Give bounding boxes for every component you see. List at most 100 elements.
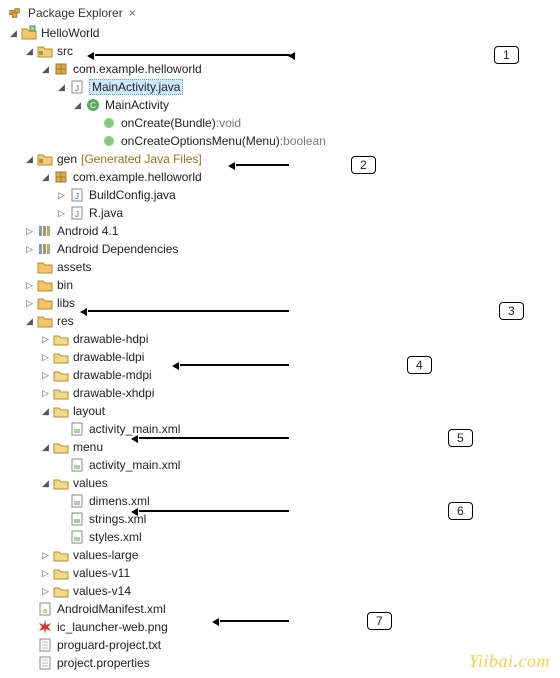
svg-text:J: J xyxy=(75,210,79,219)
method-name: onCreateOptionsMenu(Menu) xyxy=(121,134,280,148)
twisty-icon[interactable]: ▷ xyxy=(24,298,35,309)
folder-menu[interactable]: ◢ menu xyxy=(40,438,552,456)
package-node[interactable]: ◢ com.example.helloworld xyxy=(40,168,552,186)
node-label: bin xyxy=(57,278,73,292)
java-file-buildconfig[interactable]: ▷ J BuildConfig.java xyxy=(56,186,552,204)
folder-bin[interactable]: ▷ bin xyxy=(24,276,552,294)
twisty-icon[interactable]: ◢ xyxy=(40,64,51,75)
folder-drawable-hdpi[interactable]: ▷ drawable-hdpi xyxy=(40,330,552,348)
method-oncreate[interactable]: ▸ onCreate(Bundle) : void xyxy=(88,114,552,132)
folder-res[interactable]: ◢ res xyxy=(24,312,552,330)
xml-file-icon xyxy=(69,421,85,437)
folder-icon xyxy=(37,295,53,311)
node-label: assets xyxy=(57,260,92,274)
node-label: drawable-ldpi xyxy=(73,350,144,364)
twisty-icon[interactable]: ▷ xyxy=(24,226,35,237)
twisty-icon[interactable]: ▷ xyxy=(40,370,51,381)
node-decorator: [Generated Java Files] xyxy=(81,152,202,166)
folder-open-icon xyxy=(53,385,69,401)
node-label: layout xyxy=(73,404,105,418)
xml-file[interactable]: ▸ strings.xml xyxy=(56,510,552,528)
node-label: values-v14 xyxy=(73,584,131,598)
node-label: strings.xml xyxy=(89,512,146,526)
library-icon xyxy=(37,223,53,239)
twisty-icon[interactable]: ◢ xyxy=(8,28,19,39)
folder-values-v14[interactable]: ▷ values-v14 xyxy=(40,582,552,600)
method-icon xyxy=(101,115,117,131)
folder-layout[interactable]: ◢ layout xyxy=(40,402,552,420)
method-name: onCreate(Bundle) xyxy=(121,116,216,130)
twisty-icon[interactable]: ▷ xyxy=(56,190,67,201)
source-folder-src[interactable]: ◢ src xyxy=(24,42,552,60)
source-folder-icon xyxy=(37,151,53,167)
xml-file[interactable]: ▸ activity_main.xml xyxy=(56,456,552,474)
image-file-launcher[interactable]: ▸ ic_launcher-web.png xyxy=(24,618,552,636)
java-file-icon: J xyxy=(69,79,85,95)
xml-file-icon xyxy=(69,457,85,473)
library-icon xyxy=(37,241,53,257)
node-label: ic_launcher-web.png xyxy=(57,620,168,634)
node-label: Android Dependencies xyxy=(57,242,178,256)
node-label: src xyxy=(57,44,73,58)
node-label: proguard-project.txt xyxy=(57,638,161,652)
xml-file[interactable]: ▸ styles.xml xyxy=(56,528,552,546)
xml-file[interactable]: ▸ activity_main.xml xyxy=(56,420,552,438)
java-file-icon: J xyxy=(69,205,85,221)
twisty-icon[interactable]: ▷ xyxy=(40,334,51,345)
node-label: gen xyxy=(57,152,77,166)
source-folder-gen[interactable]: ◢ gen [Generated Java Files] xyxy=(24,150,552,168)
node-label: drawable-mdpi xyxy=(73,368,152,382)
twisty-icon[interactable]: ▷ xyxy=(40,568,51,579)
project-tree: ◢ HelloWorld ◢ src ◢ com.example.hello xyxy=(8,24,552,672)
class-node[interactable]: ◢ C MainActivity xyxy=(72,96,552,114)
xml-file[interactable]: ▸ dimens.xml xyxy=(56,492,552,510)
folder-drawable-xhdpi[interactable]: ▷ drawable-xhdpi xyxy=(40,384,552,402)
twisty-icon[interactable]: ◢ xyxy=(40,442,51,453)
project-node[interactable]: ◢ HelloWorld xyxy=(8,24,552,42)
java-file-icon: J xyxy=(69,187,85,203)
xml-file-manifest[interactable]: ▸ a AndroidManifest.xml xyxy=(24,600,552,618)
folder-open-icon xyxy=(53,565,69,581)
twisty-icon[interactable]: ▷ xyxy=(24,244,35,255)
twisty-icon[interactable]: ◢ xyxy=(24,316,35,327)
twisty-icon[interactable]: ▷ xyxy=(56,208,67,219)
folder-drawable-mdpi[interactable]: ▷ drawable-mdpi xyxy=(40,366,552,384)
folder-values[interactable]: ◢ values xyxy=(40,474,552,492)
node-label: res xyxy=(57,314,74,328)
twisty-icon[interactable]: ◢ xyxy=(40,172,51,183)
package-node[interactable]: ◢ com.example.helloworld xyxy=(40,60,552,78)
twisty-icon[interactable]: ▷ xyxy=(40,388,51,399)
xml-file-icon xyxy=(69,511,85,527)
library-dependencies[interactable]: ▷ Android Dependencies xyxy=(24,240,552,258)
twisty-icon[interactable]: ◢ xyxy=(56,82,67,93)
folder-assets[interactable]: ▸ assets xyxy=(24,258,552,276)
twisty-icon[interactable]: ◢ xyxy=(40,478,51,489)
folder-values-large[interactable]: ▷ values-large xyxy=(40,546,552,564)
xml-file-icon xyxy=(69,529,85,545)
library-android[interactable]: ▷ Android 4.1 xyxy=(24,222,552,240)
java-file-mainactivity[interactable]: ◢ J MainActivity.java xyxy=(56,78,552,96)
close-icon[interactable]: × xyxy=(129,6,136,20)
project-icon xyxy=(21,25,37,41)
node-label: HelloWorld xyxy=(41,26,99,40)
folder-open-icon xyxy=(53,475,69,491)
xml-file-icon xyxy=(69,493,85,509)
node-label: MainActivity.java xyxy=(89,79,183,95)
folder-values-v11[interactable]: ▷ values-v11 xyxy=(40,564,552,582)
twisty-icon[interactable]: ▷ xyxy=(40,586,51,597)
return-type: boolean xyxy=(283,134,326,148)
folder-icon xyxy=(37,277,53,293)
twisty-icon[interactable]: ▷ xyxy=(24,280,35,291)
twisty-icon[interactable]: ◢ xyxy=(40,406,51,417)
folder-libs[interactable]: ▷ libs xyxy=(24,294,552,312)
folder-open-icon xyxy=(53,367,69,383)
package-icon xyxy=(53,61,69,77)
method-oncreateoptionsmenu[interactable]: ▸ onCreateOptionsMenu(Menu) : boolean xyxy=(88,132,552,150)
twisty-icon[interactable]: ▷ xyxy=(40,550,51,561)
twisty-icon[interactable]: ▷ xyxy=(40,352,51,363)
folder-drawable-ldpi[interactable]: ▷ drawable-ldpi xyxy=(40,348,552,366)
twisty-icon[interactable]: ◢ xyxy=(72,100,83,111)
twisty-icon[interactable]: ◢ xyxy=(24,46,35,57)
java-file-r[interactable]: ▷ J R.java xyxy=(56,204,552,222)
twisty-icon[interactable]: ◢ xyxy=(24,154,35,165)
